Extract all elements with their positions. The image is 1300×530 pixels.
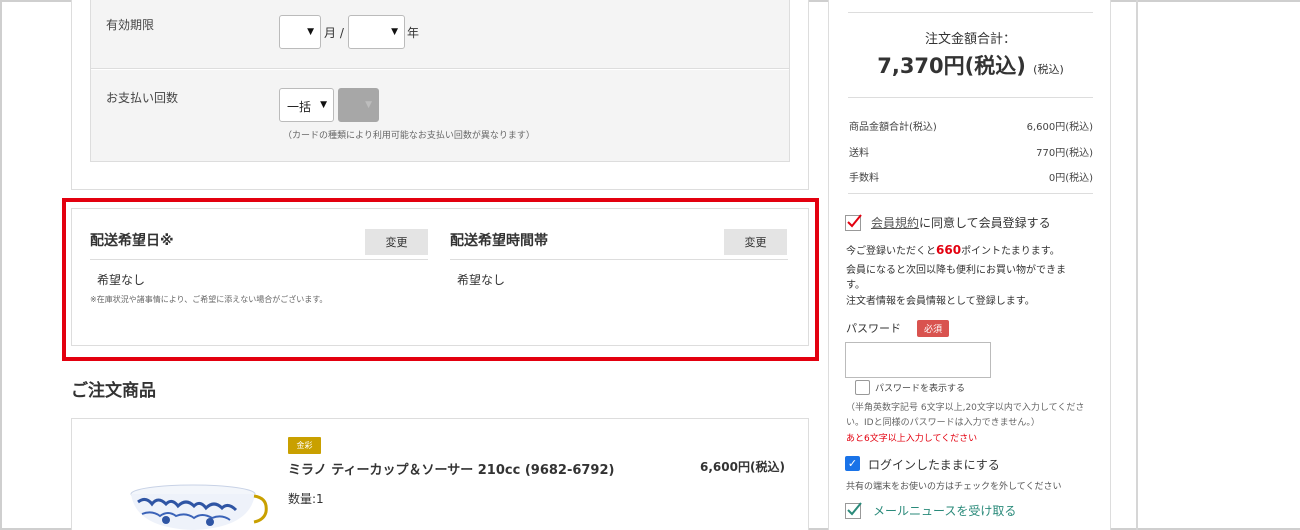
newsletter-label[interactable]: メールニュースを受け取る xyxy=(873,502,1016,519)
password-hint: （半角英数字記号 6文字以上,20文字以内で入力してください。IDと同様のパスワ… xyxy=(846,403,1085,428)
points-post: ポイントたまります。 xyxy=(961,246,1060,257)
window-border-left xyxy=(0,0,2,530)
delivery-date-divider xyxy=(90,259,428,260)
summary-divider-mid xyxy=(848,97,1093,98)
points-message: 今ご登録いただくと660ポイントたまります。 xyxy=(846,243,1060,259)
installments-note: （カードの種類により利用可能なお支払い回数が異なります） xyxy=(283,131,535,141)
password-input[interactable] xyxy=(845,342,991,378)
month-unit: 月 / xyxy=(324,26,344,40)
order-items-heading: ご注文商品 xyxy=(71,381,156,401)
expiry-row: 有効期限 xyxy=(91,0,789,69)
total-value: 7,370円(税込) (税込) xyxy=(848,50,1093,80)
year-unit: 年 xyxy=(407,26,420,40)
change-date-button[interactable]: 変更 xyxy=(365,229,428,255)
stay-logged-in-label[interactable]: ログインしたままにする xyxy=(868,456,1000,473)
installments-row: お支払い回数 xyxy=(91,70,789,161)
teacup-image xyxy=(130,484,268,530)
total-amount: 7,370円(税込) xyxy=(877,54,1026,78)
installments-value: 一括 xyxy=(287,100,312,114)
chevron-down-icon: ▼ xyxy=(365,100,372,110)
fee-label: 送料 xyxy=(849,148,869,159)
product-quantity: 数量:1 xyxy=(288,492,324,506)
terms-agree-text: 会員規約に同意して会員登録する xyxy=(871,214,1051,231)
benefit-line: 会員になると次回以降も便利にお買い物ができま xyxy=(846,265,1066,276)
fee-label: 商品金額合計(税込) xyxy=(849,122,937,133)
stay-logged-in-checkbox[interactable]: ✓ xyxy=(845,456,860,471)
total-label: 注文金額合計： xyxy=(924,32,1016,47)
delivery-time-divider xyxy=(450,259,788,260)
benefit-line: 注文者情報を会員情報として登録します。 xyxy=(846,296,1035,307)
summary-divider-bottom xyxy=(848,193,1093,194)
expiry-label: 有効期限 xyxy=(106,18,155,32)
delivery-card xyxy=(71,208,809,346)
product-name[interactable]: ミラノ ティーカップ＆ソーサー 210cc (9682-6792) xyxy=(288,459,614,478)
points-value: 660 xyxy=(936,243,962,257)
chevron-down-icon: ▼ xyxy=(391,27,398,37)
password-warning: あと6文字以上入力してください xyxy=(846,434,978,444)
benefit-line: す。 xyxy=(846,280,865,291)
points-pre: 今ご登録いただくと xyxy=(846,246,936,257)
installments-count-select[interactable]: ▼ xyxy=(338,88,379,122)
fee-value: 770円(税込) xyxy=(1036,148,1093,159)
fee-value: 6,600円(税込) xyxy=(1026,122,1093,133)
installments-label: お支払い回数 xyxy=(106,91,179,105)
expiry-month-select[interactable]: ▼ xyxy=(279,15,321,49)
newsletter-checkbox[interactable] xyxy=(845,501,863,519)
delivery-time-value: 希望なし xyxy=(457,273,506,287)
delivery-date-note: ※在庫状況や諸事情により、ご希望に添えない場合がございます。 xyxy=(90,295,328,304)
delivery-date-title: 配送希望日※ xyxy=(90,233,174,249)
chevron-down-icon: ▼ xyxy=(320,100,327,110)
password-label: パスワード xyxy=(846,322,901,335)
chevron-down-icon: ▼ xyxy=(307,27,314,37)
change-time-button[interactable]: 変更 xyxy=(724,229,787,255)
terms-rest: に同意して会員登録する xyxy=(919,216,1051,230)
installments-select[interactable]: 一括 ▼ xyxy=(279,88,334,122)
delivery-time-title: 配送希望時間帯 xyxy=(450,233,548,249)
stay-logged-in-note: 共有の端末をお使いの方はチェックを外してください xyxy=(846,482,1062,492)
window-border-right xyxy=(1136,0,1138,530)
total-suffix: (税込) xyxy=(1033,63,1064,76)
required-badge: 必須 xyxy=(917,320,949,337)
fee-label: 手数料 xyxy=(849,173,879,184)
delivery-date-value: 希望なし xyxy=(97,273,146,287)
show-password-checkbox[interactable] xyxy=(855,380,870,395)
terms-link[interactable]: 会員規約 xyxy=(871,216,919,230)
summary-divider-top xyxy=(848,12,1093,13)
expiry-year-select[interactable]: ▼ xyxy=(348,15,405,49)
fee-value: 0円(税込) xyxy=(1048,173,1093,184)
show-password-label[interactable]: パスワードを表示する xyxy=(875,381,965,394)
terms-checkbox[interactable] xyxy=(845,213,863,231)
gold-badge: 金彩 xyxy=(288,437,321,454)
product-price: 6,600円(税込) xyxy=(700,460,785,474)
